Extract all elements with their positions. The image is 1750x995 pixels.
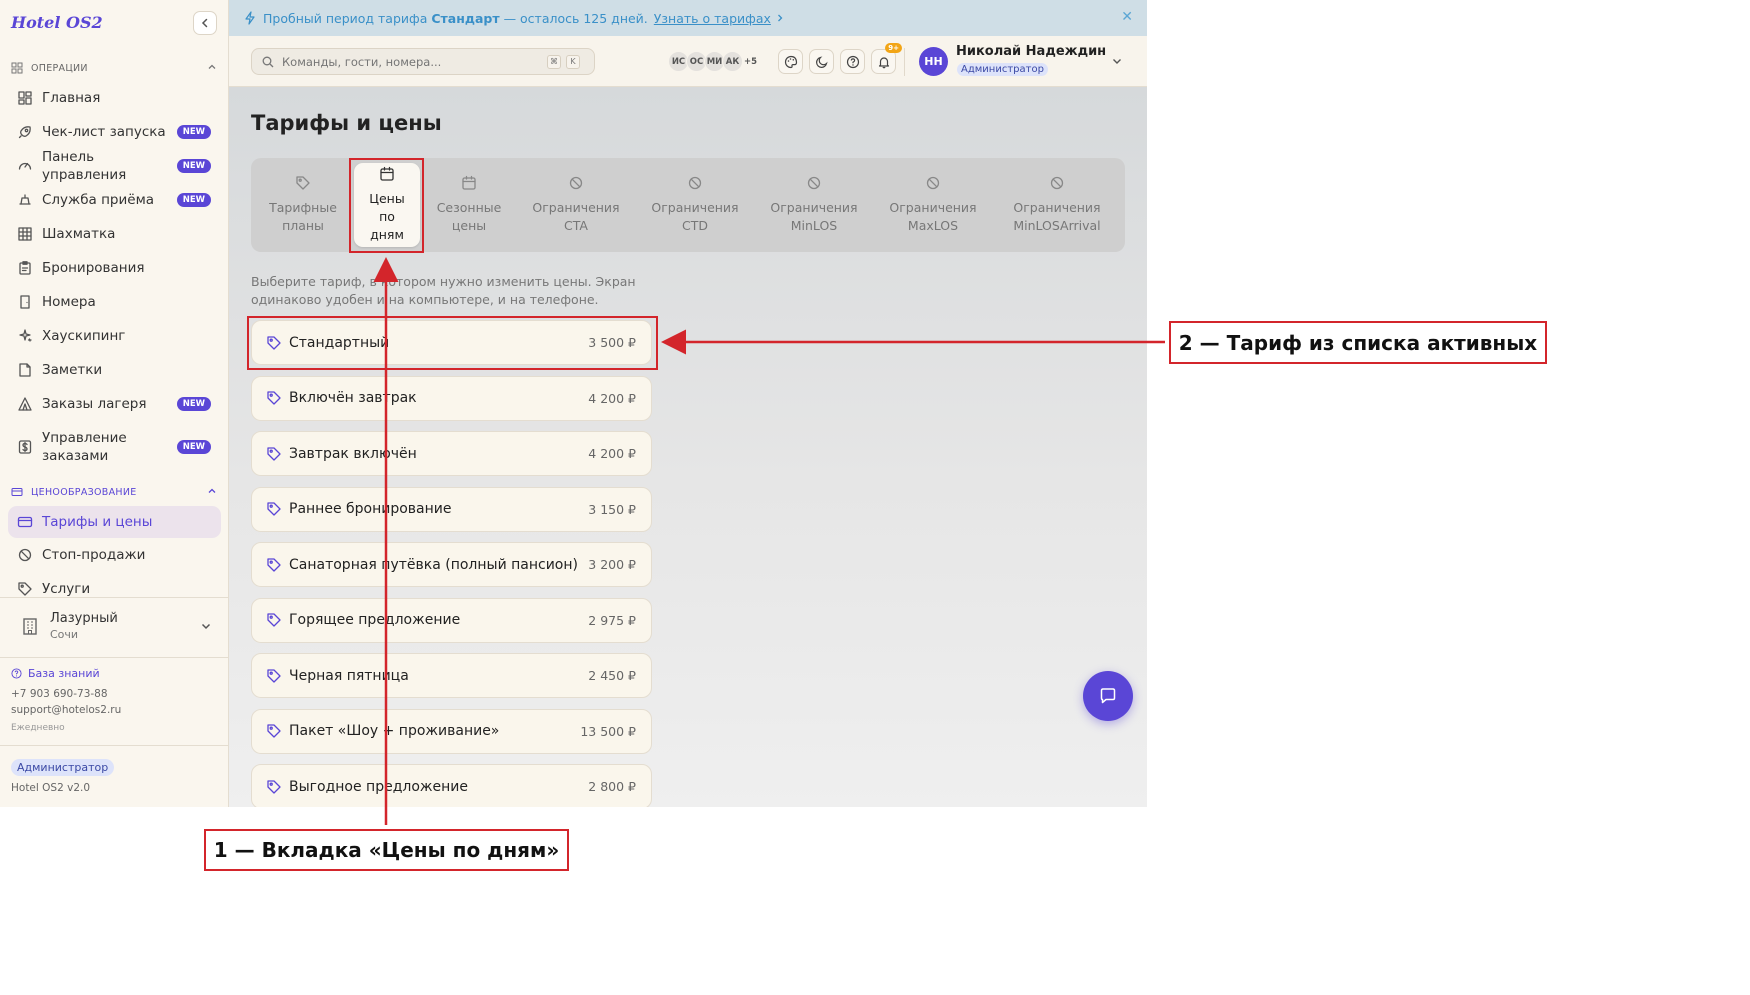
annotation-label-1: 1 — Вкладка «Цены по дням»	[204, 829, 569, 871]
annotation-label-2: 2 — Тариф из списка активных	[1169, 321, 1547, 364]
annotation-highlight-tab	[349, 158, 424, 253]
annotation-highlight-tariff	[247, 316, 658, 370]
